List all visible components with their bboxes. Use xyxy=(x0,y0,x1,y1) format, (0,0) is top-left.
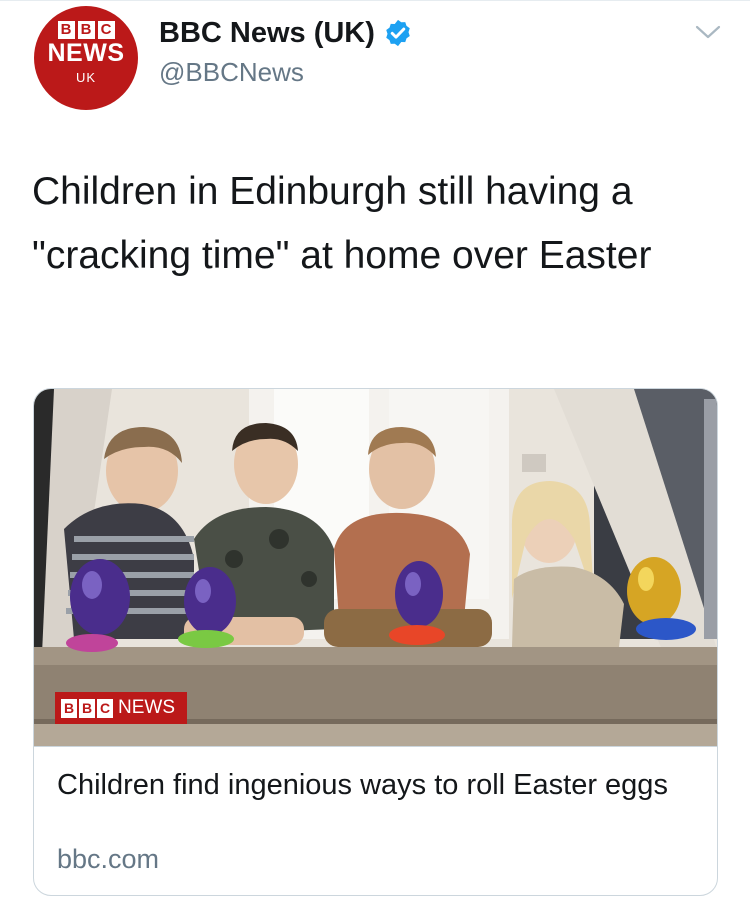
link-card[interactable]: B B C NEWS Children find ingenious ways … xyxy=(33,388,718,896)
watermark-blocks: B B C xyxy=(61,698,113,718)
bbc-letter: C xyxy=(97,21,115,39)
chevron-down-icon[interactable] xyxy=(694,22,722,42)
avatar[interactable]: B B C NEWS UK xyxy=(34,6,138,110)
bbc-letter: B xyxy=(61,698,77,718)
bbc-news-watermark: B B C NEWS xyxy=(55,692,187,724)
verified-badge-icon xyxy=(386,19,410,47)
watermark-news-label: NEWS xyxy=(118,697,175,718)
bbc-logo-blocks: B B C xyxy=(57,21,115,39)
account-handle[interactable]: @BBCNews xyxy=(159,56,304,88)
card-divider xyxy=(34,746,717,747)
bbc-letter: B xyxy=(57,21,75,39)
display-name[interactable]: BBC News (UK) xyxy=(159,16,375,50)
account-name-row: BBC News (UK) xyxy=(159,16,413,50)
tweet-text: Children in Edinburgh still having a "cr… xyxy=(32,170,652,277)
avatar-news-label: NEWS xyxy=(47,39,125,67)
top-divider xyxy=(0,0,750,1)
card-title[interactable]: Children find ingenious ways to roll Eas… xyxy=(57,766,697,804)
bbc-letter: C xyxy=(97,698,113,718)
avatar-region-label: UK xyxy=(75,70,97,85)
card-domain: bbc.com xyxy=(57,844,160,874)
bbc-letter: B xyxy=(79,698,95,718)
bbc-letter: B xyxy=(77,21,95,39)
